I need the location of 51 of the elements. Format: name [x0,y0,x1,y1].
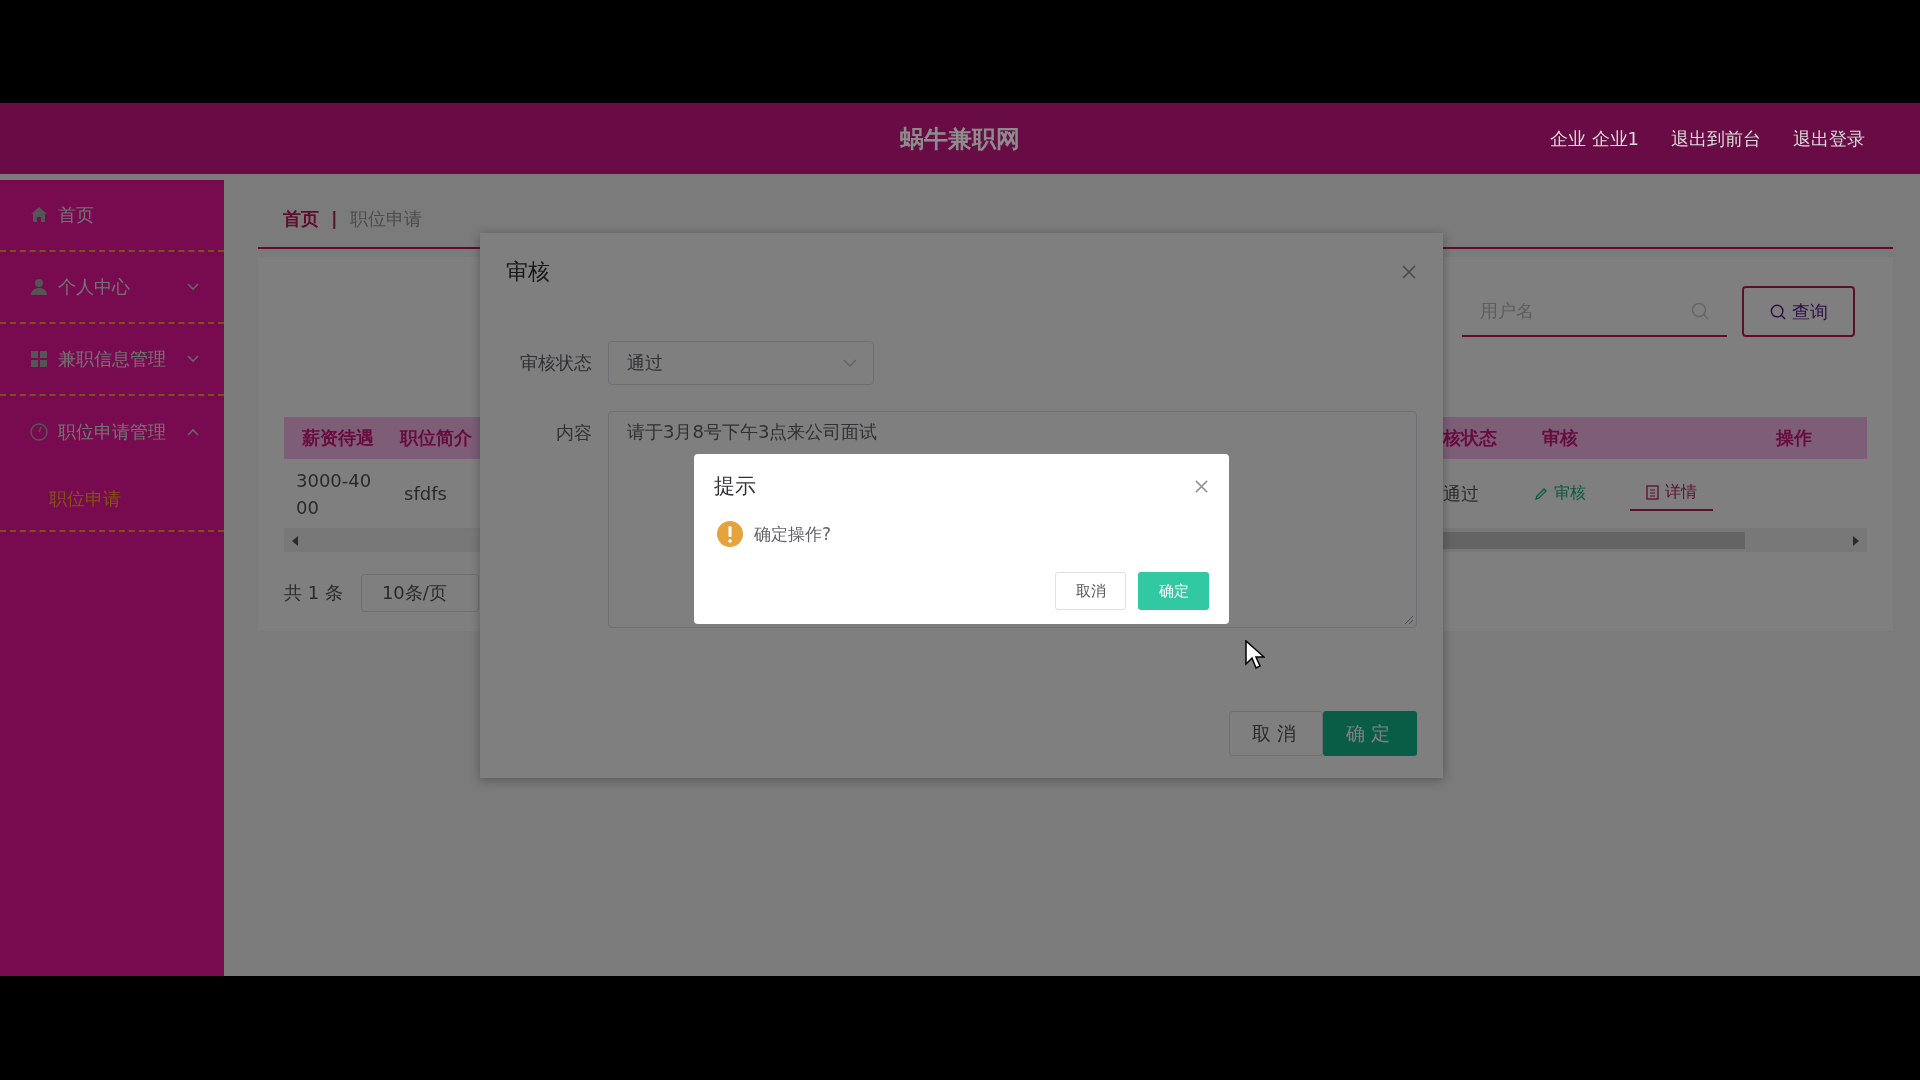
document-icon [1646,485,1659,500]
scroll-left-icon [290,534,300,547]
mouse-cursor-icon [1245,640,1265,670]
close-button[interactable] [1401,264,1417,280]
resize-handle-icon [1404,615,1414,625]
column-header: 职位简介 [392,417,480,459]
status-select[interactable]: 通过 [608,341,874,385]
breadcrumb-item[interactable]: 首页 [283,206,319,231]
close-button[interactable] [1194,478,1209,494]
home-icon [30,206,48,224]
confirm-message: 确定操作? [754,522,832,546]
total-count: 共 1 条 [284,581,343,605]
header-link[interactable]: 退出到前台 [1671,126,1761,151]
dialog-title: 审核 [506,258,550,286]
cancel-button[interactable]: 取消 [1229,711,1323,756]
confirm-button[interactable]: 确定 [1323,711,1417,756]
sidebar-item[interactable]: 个人中心 [0,252,224,324]
site-title: 蜗牛兼职网 [900,123,1020,155]
search-button[interactable]: 查询 [1742,286,1855,337]
form-label: 内容 [555,421,592,445]
cancel-button[interactable]: 取消 [1055,572,1126,610]
details-link[interactable]: 详情 [1630,476,1713,511]
close-icon [1194,478,1209,494]
page-size-select[interactable]: 10条/页 [360,574,479,612]
sidebar-item[interactable]: 首页 [0,180,224,252]
column-header: 操作 [1610,417,1867,459]
audit-link[interactable]: 审核 [1534,481,1586,506]
column-header: 审核 [1510,417,1610,459]
table-cell: sfdfs [404,483,447,504]
search-icon [1691,302,1709,320]
breadcrumb-separator: | [331,208,338,229]
header-link[interactable]: 企业 企业1 [1549,126,1639,151]
chevron-down-icon [843,358,857,368]
sidebar-item[interactable]: 兼职信息管理 [0,324,224,396]
pencil-icon [1534,486,1548,501]
header-link[interactable]: 退出登录 [1793,126,1865,151]
sidebar-item[interactable]: 职位申请管理 [0,396,224,468]
warning-icon [716,520,744,548]
confirm-button[interactable]: 确定 [1138,572,1209,610]
column-header: 薪资待遇 [284,417,392,459]
table-cell: 通过 [1443,481,1479,506]
form-label: 审核状态 [519,351,592,375]
search-icon [1769,303,1786,320]
user-icon [30,278,48,296]
table-cell-text: 3000-4000 [296,468,373,520]
dialog-title: 提示 [714,473,756,500]
close-icon [1401,264,1417,280]
gauge-icon [30,423,48,441]
grid-icon [30,350,48,368]
scroll-right-icon [1851,534,1861,547]
column-header: 核状态 [1443,417,1510,459]
